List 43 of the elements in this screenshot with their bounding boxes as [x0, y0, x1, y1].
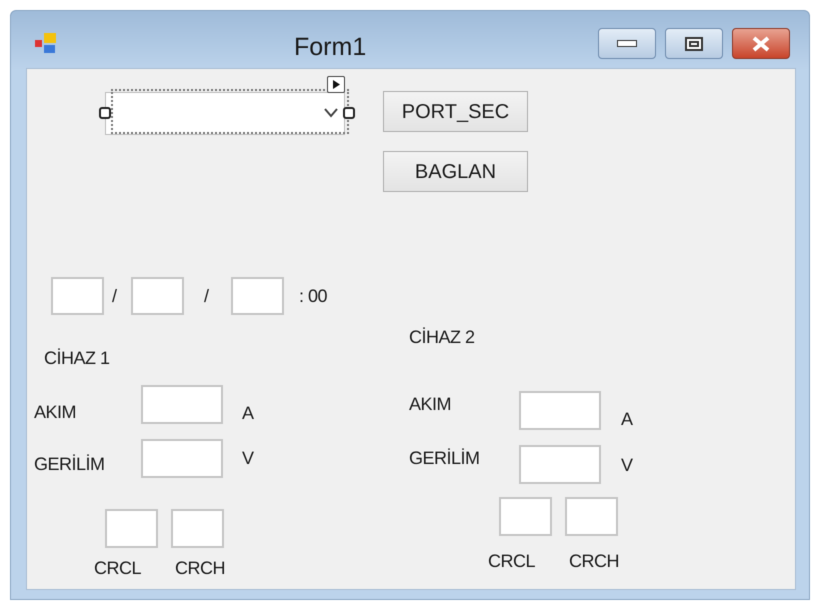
- text-field[interactable]: [499, 497, 552, 536]
- resize-handle[interactable]: [99, 107, 111, 119]
- device-title: CİHAZ 1: [44, 349, 110, 367]
- close-button[interactable]: [732, 28, 790, 59]
- field-label: GERİLİM: [34, 455, 105, 473]
- text-field[interactable]: [51, 277, 104, 315]
- field-label: CRCL: [94, 559, 142, 577]
- form-button[interactable]: BAGLAN: [383, 151, 528, 192]
- field-label: AKIM: [409, 395, 452, 413]
- form-button[interactable]: PORT_SEC: [383, 91, 528, 132]
- text-field[interactable]: [131, 277, 184, 315]
- app-icon: [35, 33, 57, 53]
- maximize-button[interactable]: [665, 28, 723, 59]
- text-field[interactable]: [565, 497, 618, 536]
- resize-handle[interactable]: [343, 107, 355, 119]
- unit-label: V: [242, 449, 254, 467]
- minimize-icon: [617, 40, 637, 48]
- chevron-icon: [324, 108, 338, 118]
- text-field[interactable]: [519, 391, 601, 430]
- window-title: Form1: [294, 32, 366, 63]
- field-label: CRCH: [569, 552, 619, 570]
- text-field[interactable]: [171, 509, 224, 548]
- unit-label: A: [621, 410, 633, 428]
- text-field[interactable]: [141, 439, 223, 478]
- separator-label: /: [112, 287, 117, 305]
- device-title: CİHAZ 2: [409, 328, 475, 346]
- time-label: : 00: [299, 287, 328, 305]
- field-label: CRCL: [488, 552, 536, 570]
- dropdown-field[interactable]: [105, 92, 345, 135]
- close-icon: [751, 36, 771, 52]
- minimize-button[interactable]: [598, 28, 656, 59]
- text-field[interactable]: [231, 277, 284, 315]
- field-label: CRCH: [175, 559, 225, 577]
- field-label: AKIM: [34, 403, 76, 421]
- text-field[interactable]: [141, 385, 223, 424]
- separator-label: /: [204, 287, 209, 305]
- unit-label: A: [242, 404, 254, 422]
- unit-label: V: [621, 456, 633, 474]
- field-label: GERİLİM: [409, 449, 480, 467]
- text-field[interactable]: [105, 509, 158, 548]
- smart-tag-icon[interactable]: [327, 76, 345, 93]
- text-field[interactable]: [519, 445, 601, 484]
- maximize-icon: [685, 36, 703, 50]
